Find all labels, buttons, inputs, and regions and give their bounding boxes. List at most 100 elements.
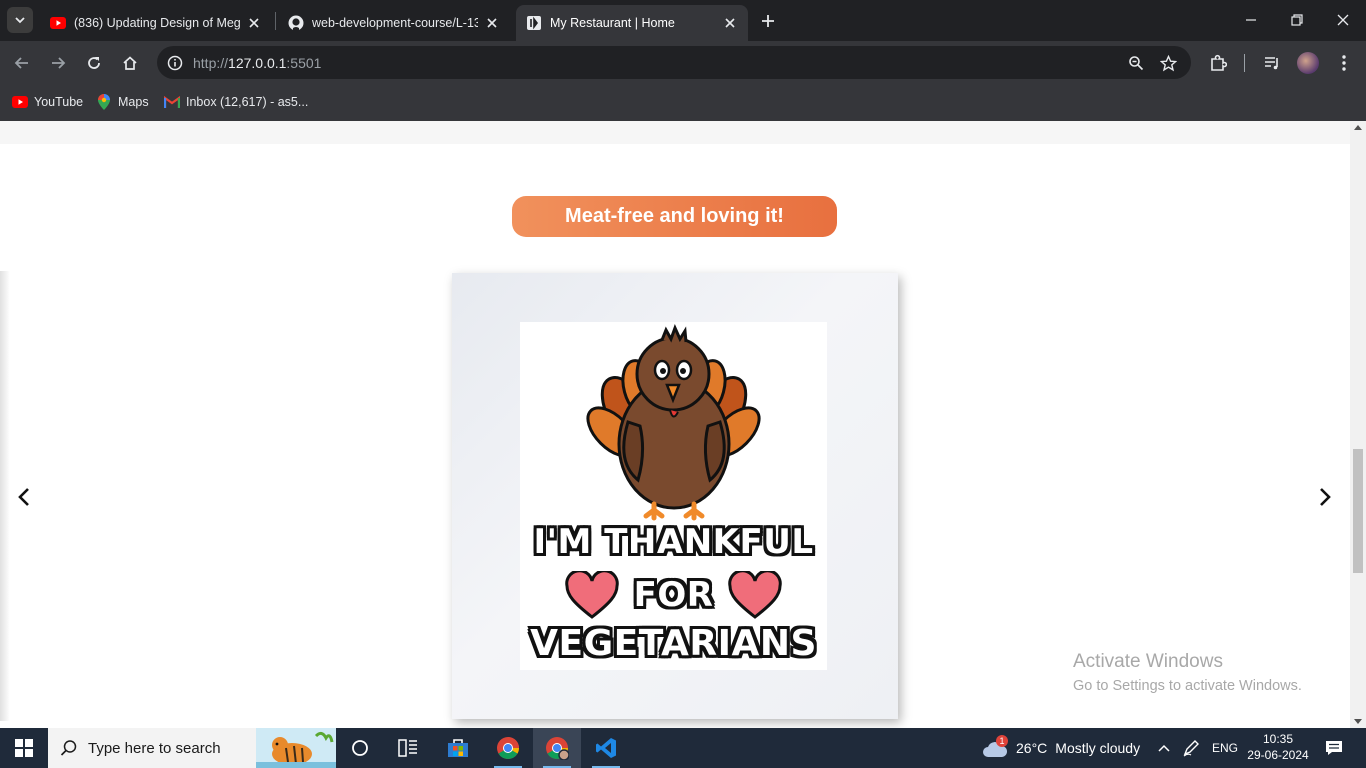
page-scrollbar[interactable]: [1350, 121, 1366, 728]
close-window-button[interactable]: [1320, 0, 1366, 40]
vscode-taskbar-button[interactable]: [582, 728, 630, 768]
pen-workspace-button[interactable]: [1181, 728, 1201, 768]
poster-line-1: I'M THANKFUL: [533, 522, 814, 562]
clock-time: 10:35: [1262, 732, 1294, 746]
cloud-icon: 1: [982, 735, 1008, 759]
toolbar-divider: [1244, 54, 1245, 72]
puzzle-icon: [1211, 54, 1227, 71]
browser-menu-button[interactable]: [1331, 50, 1357, 76]
activate-windows-watermark: Activate Windows Go to Settings to activ…: [1073, 651, 1302, 694]
carousel-next-button[interactable]: [1313, 485, 1337, 509]
watermark-title: Activate Windows: [1073, 651, 1223, 672]
close-tab-icon[interactable]: [246, 15, 262, 31]
language-indicator[interactable]: ENG: [1212, 728, 1238, 768]
scrollbar-thumb[interactable]: [1353, 449, 1363, 573]
youtube-icon: [50, 15, 66, 31]
language-label: ENG: [1212, 741, 1239, 755]
bookmark-maps[interactable]: Maps: [96, 92, 149, 112]
tab-separator: [275, 12, 276, 30]
forward-arrow-icon: [52, 57, 66, 69]
close-icon: [1337, 14, 1349, 26]
maps-icon: [96, 94, 112, 110]
github-icon: [288, 15, 304, 31]
chrome-profile-taskbar-button[interactable]: [533, 728, 581, 768]
more-vertical-icon: [1342, 55, 1346, 71]
tab-github[interactable]: web-development-course/L-13: [278, 5, 510, 41]
poster-line-3: VEGETARIANS: [530, 623, 817, 664]
back-arrow-icon: [14, 57, 28, 69]
tab-title: My Restaurant | Home: [550, 16, 675, 30]
restore-button[interactable]: [1274, 0, 1320, 40]
browser-toolbar: http://127.0.0.1:5501: [0, 41, 1366, 85]
timeline-button[interactable]: [384, 728, 432, 768]
url-host: 127.0.0.1: [228, 55, 287, 71]
weather-badge: 1: [996, 735, 1008, 747]
chevron-right-icon: [1320, 488, 1331, 506]
show-hidden-icons-button[interactable]: [1155, 728, 1173, 768]
notification-icon: [1326, 741, 1342, 755]
close-tab-icon[interactable]: [722, 15, 738, 31]
tab-youtube[interactable]: (836) Updating Design of Mega: [40, 5, 272, 41]
cortana-circle-icon: [352, 740, 368, 756]
previous-slide-edge: [0, 271, 10, 721]
taskbar-search-box[interactable]: Type here to search: [48, 728, 336, 768]
site-info-icon[interactable]: [163, 51, 187, 75]
scroll-down-icon[interactable]: [1354, 719, 1362, 724]
forward-button[interactable]: [44, 49, 72, 77]
poster-image: I'M THANKFUL FOR VEGETARIANS: [520, 322, 827, 670]
search-icon: [60, 740, 77, 756]
tab-title: web-development-course/L-13: [312, 16, 478, 30]
windows-logo-icon: [15, 739, 33, 757]
new-tab-button[interactable]: [756, 9, 780, 33]
tab-search-button[interactable]: [7, 7, 33, 33]
chrome-icon: [497, 737, 519, 759]
bookmark-label: Maps: [118, 95, 149, 109]
home-icon: [123, 56, 137, 70]
bookmark-label: YouTube: [34, 95, 84, 109]
chrome-taskbar-button[interactable]: [484, 728, 532, 768]
section-heading-pill: Meat-free and loving it!: [512, 196, 837, 237]
task-view-icon: [398, 739, 417, 757]
url-text[interactable]: http://127.0.0.1:5501: [193, 55, 321, 71]
chrome-profile-icon: [546, 737, 569, 760]
address-bar[interactable]: http://127.0.0.1:5501: [157, 46, 1191, 79]
zoom-icon[interactable]: [1125, 52, 1147, 74]
system-clock[interactable]: 10:35 29-06-2024: [1246, 731, 1310, 763]
back-button[interactable]: [8, 49, 36, 77]
pen-icon: [1183, 740, 1199, 757]
weather-condition: Mostly cloudy: [1055, 740, 1141, 756]
media-control-button[interactable]: [1259, 50, 1285, 76]
action-center-button[interactable]: [1318, 728, 1350, 768]
carousel-prev-button[interactable]: [12, 485, 36, 509]
home-button[interactable]: [116, 49, 144, 77]
vscode-icon: [596, 738, 616, 758]
extensions-button[interactable]: [1205, 50, 1231, 76]
search-highlight-tiger-icon: [256, 728, 336, 768]
bookmark-youtube[interactable]: YouTube: [12, 92, 83, 112]
minimize-button[interactable]: [1228, 0, 1274, 40]
bookmarks-bar: YouTube Maps Inbox (12,617) - as5...: [0, 85, 1366, 121]
site-navbar-edge: [0, 121, 1350, 144]
task-view-button[interactable]: [336, 728, 384, 768]
chevron-down-icon: [15, 17, 25, 24]
plus-icon: [762, 15, 774, 27]
scroll-up-icon[interactable]: [1354, 125, 1362, 130]
bookmark-star-icon[interactable]: [1157, 52, 1179, 74]
store-icon: [448, 739, 468, 757]
bookmark-gmail[interactable]: Inbox (12,617) - as5...: [164, 92, 308, 112]
media-queue-icon: [1265, 57, 1278, 70]
bookmark-label: Inbox (12,617) - as5...: [186, 95, 309, 109]
close-tab-icon[interactable]: [484, 15, 500, 31]
youtube-icon: [12, 94, 28, 110]
reload-button[interactable]: [80, 49, 108, 77]
profile-avatar[interactable]: [1297, 52, 1319, 74]
weather-widget[interactable]: 1 26°C Mostly cloudy: [982, 728, 1140, 768]
start-button[interactable]: [0, 728, 48, 768]
microsoft-store-button[interactable]: [434, 728, 482, 768]
turkey-illustration: [586, 324, 761, 521]
carousel-slide: I'M THANKFUL FOR VEGETARIANS: [452, 273, 898, 719]
tab-my-restaurant[interactable]: My Restaurant | Home: [516, 5, 748, 41]
gmail-icon: [164, 94, 180, 110]
clock-date: 29-06-2024: [1247, 748, 1309, 762]
chevron-up-icon: [1158, 744, 1170, 752]
